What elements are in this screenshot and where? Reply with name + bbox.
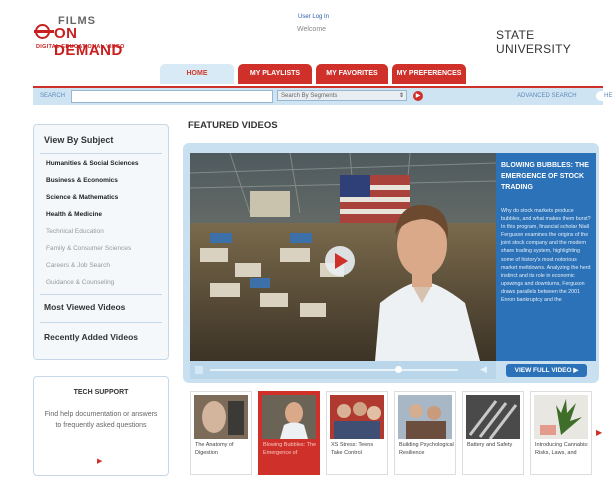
help-button[interactable]: HELP: [596, 91, 613, 101]
select-arrows-icon: ⇕: [398, 93, 404, 99]
seek-bar[interactable]: [210, 369, 458, 371]
tech-support-heading: TECH SUPPORT: [73, 389, 129, 396]
tab-my-playlists[interactable]: MY PLAYLISTS: [238, 64, 312, 84]
subject-humanities[interactable]: Humanities & Social Sciences: [46, 160, 138, 167]
carousel-next-arrow-icon[interactable]: ▶: [596, 428, 602, 437]
tab-my-preferences[interactable]: MY PREFERENCES: [392, 64, 466, 84]
video-player[interactable]: [190, 153, 496, 361]
video-controls: ◀: [190, 361, 496, 379]
subject-panel: View By Subject Humanities & Social Scie…: [33, 124, 169, 360]
advanced-search-link[interactable]: ADVANCED SEARCH: [517, 93, 577, 99]
thumbnail-item[interactable]: Building Psychological Resilience: [394, 391, 456, 475]
thumbnail-item[interactable]: Battery and Safety: [462, 391, 524, 475]
search-bar: SEARCH Search By Segments ⇕ ▶ ADVANCED S…: [33, 86, 613, 105]
search-input[interactable]: [71, 90, 273, 103]
view-full-video-label: VIEW FULL VIDEO: [514, 367, 572, 374]
thumbnail-item[interactable]: The Anatomy of Digestion: [190, 391, 252, 475]
seek-handle[interactable]: [395, 366, 402, 373]
thumbnail-image: [194, 395, 248, 439]
trading-floor-image: [190, 153, 496, 361]
divider: [40, 294, 162, 295]
thumbnail-caption: Building Psychological Resilience: [399, 442, 454, 456]
page: FILMS ON DEMAND DIGITAL EDUCATIONAL VIDE…: [0, 0, 613, 495]
thumbnail-image: [398, 395, 452, 439]
stop-button[interactable]: [195, 366, 203, 374]
search-scope-select[interactable]: Search By Segments ⇕: [277, 90, 407, 101]
search-go-button[interactable]: ▶: [413, 91, 423, 101]
thumbnail-caption: Blowing Bubbles: The Emergence of: [263, 442, 317, 456]
thumbnail-caption: Introducing Cannabis: Risks, Laws, and: [535, 442, 589, 456]
institution-name: STATE UNIVERSITY: [496, 28, 572, 56]
logo-bar-icon: [34, 30, 54, 33]
thumbnail-image: [262, 395, 316, 439]
view-by-subject-heading: View By Subject: [44, 135, 114, 145]
tab-home[interactable]: HOME: [160, 64, 234, 84]
most-viewed-link[interactable]: Most Viewed Videos: [44, 302, 125, 312]
tech-support-text: Find help documentation or answers to fr…: [44, 411, 158, 429]
thumbnail-item[interactable]: XS Stress: Teens Take Control: [326, 391, 388, 475]
video-title: BLOWING BUBBLES: THE EMERGENCE OF STOCK …: [501, 162, 589, 191]
divider: [40, 322, 162, 323]
play-arrow-icon: ▶: [415, 93, 421, 99]
thumbnail-image: [466, 395, 520, 439]
logo-main-text: ON DEMAND: [54, 25, 123, 59]
subject-guidance[interactable]: Guidance & Counseling: [46, 279, 114, 286]
search-label: SEARCH: [40, 93, 66, 99]
subject-business[interactable]: Business & Economics: [46, 177, 118, 184]
video-description: Why do stock markets produce bubbles, an…: [501, 208, 591, 304]
tab-my-favorites[interactable]: MY FAVORITES: [316, 64, 388, 84]
thumbnail-item[interactable]: Introducing Cannabis: Risks, Laws, and: [530, 391, 592, 475]
subject-family[interactable]: Family & Consumer Sciences: [46, 245, 131, 252]
logo-subtitle: DIGITAL EDUCATIONAL VIDEO: [36, 44, 125, 50]
subject-careers[interactable]: Careers & Job Search: [46, 262, 110, 269]
thumbnail-image: [534, 395, 588, 439]
volume-icon[interactable]: ◀: [480, 364, 487, 375]
tech-support-arrow-icon[interactable]: ▶: [97, 457, 102, 465]
thumbnail-caption: XS Stress: Teens Take Control: [331, 442, 374, 456]
welcome-text: Welcome: [297, 26, 327, 33]
recently-added-link[interactable]: Recently Added Videos: [44, 332, 138, 342]
thumbnail-caption: The Anatomy of Digestion: [195, 442, 234, 456]
tech-support-panel: TECH SUPPORT Find help documentation or …: [33, 376, 169, 476]
subject-science[interactable]: Science & Mathematics: [46, 194, 118, 201]
thumbnail-item[interactable]: Blowing Bubbles: The Emergence of: [258, 391, 320, 475]
subject-health[interactable]: Health & Medicine: [46, 211, 102, 218]
divider: [40, 153, 162, 154]
films-on-demand-logo[interactable]: FILMS ON DEMAND DIGITAL EDUCATIONAL VIDE…: [34, 15, 150, 59]
login-link[interactable]: User Log In: [298, 14, 329, 20]
thumbnail-caption: Battery and Safety: [467, 442, 513, 448]
view-full-video-button[interactable]: VIEW FULL VIDEO ▶: [506, 364, 587, 377]
search-scope-value: Search By Segments: [281, 93, 338, 99]
video-description-panel: BLOWING BUBBLES: THE EMERGENCE OF STOCK …: [496, 153, 596, 361]
subject-technical[interactable]: Technical Education: [46, 228, 104, 235]
featured-videos-heading: FEATURED VIDEOS: [188, 120, 278, 131]
thumbnail-image: [330, 395, 384, 439]
